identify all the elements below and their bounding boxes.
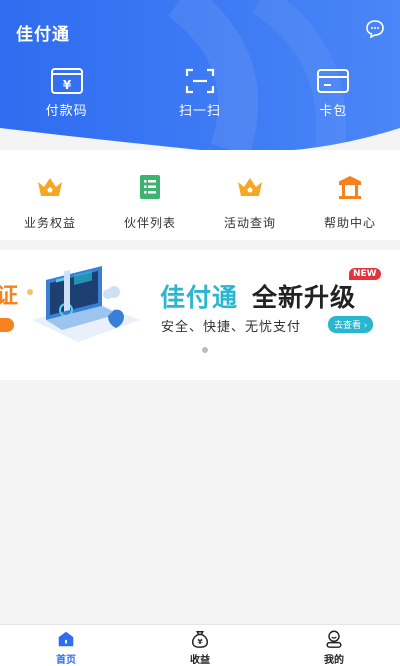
service-partner-list[interactable]: 伙伴列表	[100, 172, 200, 240]
service-label: 业务权益	[23, 216, 76, 230]
tab-label: 收益	[190, 655, 210, 666]
svg-text:¥: ¥	[197, 637, 202, 646]
promo-banner[interactable]: 证 佳付通 全新升级 NEW 安全、快捷、无忧支付 去查看 ›	[0, 250, 400, 380]
service-label: 活动查询	[223, 216, 276, 230]
payment-code-label: 付款码	[45, 104, 88, 119]
profile-icon	[326, 630, 342, 648]
carousel-indicator	[202, 347, 208, 353]
service-help-center[interactable]: 帮助中心	[300, 172, 400, 240]
quick-actions: ¥ 付款码 扫一扫 卡包	[0, 66, 400, 119]
list-icon	[140, 175, 160, 199]
banner-subtitle: 安全、快捷、无忧支付	[161, 320, 302, 335]
svg-text:¥: ¥	[62, 78, 71, 92]
tab-home[interactable]: 首页	[38, 625, 94, 666]
money-bag-icon: ¥	[192, 631, 208, 648]
app-title: 佳付通	[16, 25, 70, 45]
tab-label: 我的	[324, 655, 344, 666]
service-activity-query[interactable]: 活动查询	[200, 172, 300, 240]
card-wallet-label: 卡包	[319, 104, 348, 119]
chat-bubble-icon	[366, 20, 384, 39]
home-icon	[58, 631, 74, 647]
scan-label: 扫一扫	[178, 104, 221, 119]
previous-slide-button	[0, 318, 14, 332]
tab-label: 首页	[56, 655, 76, 666]
scan-button[interactable]: 扫一扫	[150, 66, 250, 119]
view-details-button[interactable]: 去查看 ›	[328, 316, 374, 333]
services-grid: 业务权益 伙伴列表 活动查询 帮助中心	[0, 150, 400, 240]
new-badge: NEW	[349, 268, 381, 280]
pavilion-icon	[338, 176, 362, 199]
header: 佳付通 ¥ 付款码 扫一扫 卡包	[0, 0, 400, 170]
tab-earnings[interactable]: ¥ 收益	[172, 625, 228, 666]
banner-headline: 全新升级	[252, 283, 357, 312]
scan-icon	[185, 68, 215, 94]
card-wallet-icon	[317, 69, 350, 93]
service-business-rights[interactable]: 业务权益	[0, 172, 100, 240]
payment-code-button[interactable]: ¥ 付款码	[17, 66, 117, 119]
banner-brand: 佳付通	[160, 283, 239, 312]
crown-icon	[238, 178, 262, 196]
payment-code-icon: ¥	[50, 68, 83, 94]
previous-slide-text: 证	[0, 284, 19, 309]
bottom-tab-bar: 首页 ¥ 收益 我的	[0, 624, 400, 666]
card-wallet-button[interactable]: 卡包	[283, 66, 383, 119]
message-button[interactable]	[364, 18, 386, 40]
service-label: 帮助中心	[323, 216, 376, 230]
tab-profile[interactable]: 我的	[306, 625, 362, 666]
crown-icon	[38, 178, 62, 196]
service-label: 伙伴列表	[123, 216, 176, 230]
laptop-illustration-icon	[27, 266, 140, 342]
